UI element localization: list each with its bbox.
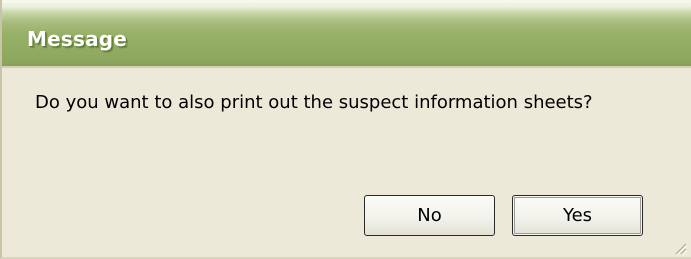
title-bar-divider — [0, 66, 691, 68]
message-dialog: Message Do you want to also print out th… — [0, 0, 691, 259]
dialog-message: Do you want to also print out the suspec… — [35, 92, 593, 113]
yes-button[interactable]: Yes — [512, 195, 643, 236]
window-title: Message — [27, 27, 128, 51]
size-grip-icon[interactable] — [673, 241, 687, 255]
no-button[interactable]: No — [364, 195, 495, 236]
title-bar[interactable]: Message — [0, 0, 691, 66]
